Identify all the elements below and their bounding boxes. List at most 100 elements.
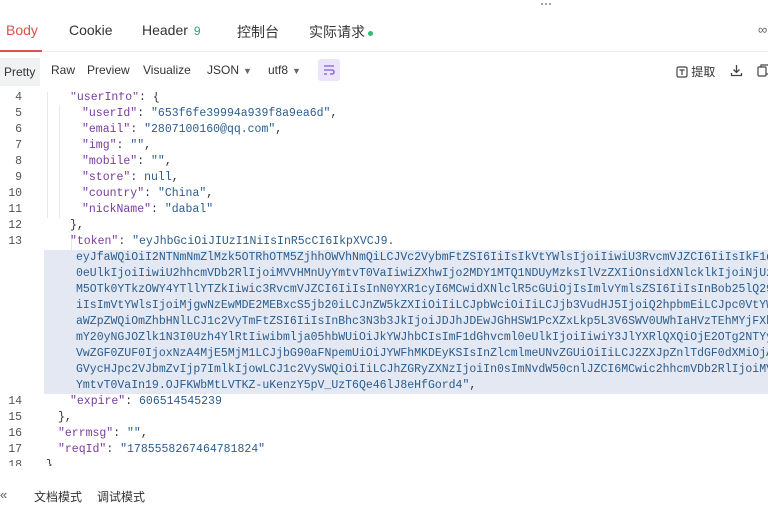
code-text: "token": "eyJhbGciOiJIUzI1NiIsInR5cCI6Ik… [70, 234, 394, 250]
encoding-value: utf8 [268, 63, 289, 77]
copy-icon[interactable] [757, 64, 768, 77]
extract-label: 提取 [691, 65, 716, 79]
header-count-badge: 9 [193, 24, 201, 38]
view-pretty-button[interactable]: Pretty [0, 58, 40, 86]
code-text: "errmsg": "", [58, 426, 148, 442]
chevron-down-icon: ▼ [243, 66, 252, 76]
code-token: YmtvT0VaIn19.OJFKWbMtLVTKZ-uKenzY5pV_UzT… [76, 379, 470, 392]
view-raw-button[interactable]: Raw [51, 63, 75, 77]
code-token: "token" [70, 235, 119, 248]
code-token: "nickName" [82, 203, 152, 216]
code-line: M5OTk0YTkzOWY4YTllYTZkIiwic3RvcmVJZCI6Ii… [0, 282, 768, 298]
link-icon[interactable]: ∞ [758, 22, 767, 37]
code-token: } [46, 459, 53, 466]
format-select[interactable]: JSON ▼ [207, 63, 252, 77]
line-number: 6 [15, 123, 22, 136]
line-number: 5 [15, 107, 22, 120]
code-text: }, [70, 218, 84, 234]
code-token: }, [70, 219, 84, 232]
code-line: GVycHJpc2VJbmZvIjp7ImlkIjowLCJ1c2VySWQiO… [0, 362, 768, 378]
code-token: "2807100160@qq.com" [144, 123, 276, 136]
code-line: 10 "country": "China", [0, 186, 768, 202]
code-text: "userInfo": { [70, 92, 160, 106]
format-value: JSON [207, 63, 240, 77]
code-token: eyJfaWQiOiI2NTNmNmZlMzk5OTRhOTM5ZjhhOWVh… [76, 251, 768, 264]
line-number: 7 [15, 139, 22, 152]
code-token: 606514545239 [139, 395, 222, 408]
code-token: : [130, 171, 145, 184]
code-token: : [130, 123, 145, 136]
code-token: iIsImVtYWlsIjoiMjgwNzEwMDE2MEBxcS5jb20iL… [76, 299, 768, 312]
code-line: 4 "userInfo": { [0, 92, 768, 106]
line-number: 18 [8, 459, 22, 466]
code-line: VwZGF0ZUF0IjoxNzA4MjE5MjM1LCJjbG90aFNpem… [0, 346, 768, 362]
code-token: : { [139, 92, 160, 104]
code-line: 13 "token": "eyJhbGciOiJIUzI1NiIsInR5cCI6… [0, 234, 768, 250]
code-token: GVycHJpc2VJbmZvIjp7ImlkIjowLCJ1c2VySWQiO… [76, 363, 768, 376]
code-token: , [171, 171, 179, 184]
doc-mode-tab[interactable]: 文档模式 [34, 488, 82, 505]
code-text: eyJfaWQiOiI2NTNmNmZlMzk5OTRhOTM5ZjhhOWVh… [76, 250, 768, 266]
view-preview-button[interactable]: Preview [87, 63, 130, 77]
json-code-viewer[interactable]: 4 "userInfo": {5 "userId": "653f6fe39994a9… [0, 92, 768, 466]
code-token: : [106, 443, 121, 456]
word-wrap-button[interactable] [318, 59, 340, 81]
code-token: "expire" [70, 395, 126, 408]
line-number: 9 [15, 171, 22, 184]
tab-body[interactable]: Body [6, 22, 38, 38]
line-number: 12 [8, 219, 22, 232]
code-token: M5OTk0YTkzOWY4YTllYTZkIiwic3RvcmVJZCI6Ii… [76, 283, 768, 296]
code-token: null [144, 171, 172, 184]
code-text: VwZGF0ZUF0IjoxNzA4MjE5MjM1LCJjbG90aFNpem… [76, 346, 768, 362]
code-token: 0eUlkIjoiIiwiU2hhcmVDb2RlIjoiMVVHMnUyYmt… [76, 267, 768, 280]
code-token: : [113, 427, 128, 440]
code-text: "userId": "653f6fe39994a939f8a9ea6d", [82, 106, 337, 122]
code-token: , [275, 123, 283, 136]
tab-actual-request[interactable]: 实际请求 [309, 22, 373, 42]
tab-actual-request-label: 实际请求 [309, 24, 365, 40]
code-line: 12}, [0, 218, 768, 234]
code-line: 18} [0, 458, 768, 466]
line-number: 17 [8, 443, 22, 456]
encoding-select[interactable]: utf8 ▼ [268, 63, 301, 77]
code-token: "mobile" [82, 155, 138, 168]
code-token: "email" [82, 123, 131, 136]
code-text: "reqId": "1785558267464781824" [58, 442, 265, 458]
code-text: "country": "China", [82, 186, 213, 202]
code-text: "img": "", [82, 138, 151, 154]
code-text: aWZpZWQiOmZhbHNlLCJ1c2VyTmFtZSI6IiIsInBh… [76, 314, 768, 330]
line-number: 15 [8, 411, 22, 424]
download-icon[interactable] [730, 64, 743, 77]
extract-icon [676, 66, 688, 78]
line-number: 10 [8, 187, 22, 200]
code-line: 9 "store": null, [0, 170, 768, 186]
code-line: 15}, [0, 410, 768, 426]
code-line: 14 "expire": 606514545239 [0, 394, 768, 410]
tab-cookie[interactable]: Cookie [69, 22, 113, 38]
code-token: : [118, 235, 133, 248]
panel-drag-handle[interactable] [541, 3, 555, 7]
code-line: 8 "mobile": "", [0, 154, 768, 170]
code-token: "store" [82, 171, 131, 184]
code-text: }, [58, 410, 72, 426]
code-text: "expire": 606514545239 [70, 394, 222, 410]
collapse-icon[interactable]: « [0, 487, 7, 502]
code-line: 16 "errmsg": "", [0, 426, 768, 442]
code-token: : [116, 139, 131, 152]
code-line: 11 "nickName": "dabal" [0, 202, 768, 218]
extract-button[interactable]: 提取 [676, 63, 715, 80]
view-visualize-button[interactable]: Visualize [143, 63, 191, 77]
code-text: "email": "2807100160@qq.com", [82, 122, 282, 138]
debug-mode-tab[interactable]: 调试模式 [97, 488, 145, 505]
code-text: M5OTk0YTkzOWY4YTllYTZkIiwic3RvcmVJZCI6Ii… [76, 282, 768, 298]
code-line: mY20yNGJOZlk1N3I0Uzh4YlRtIiwibmlja05hbWU… [0, 330, 768, 346]
code-token: "China" [157, 187, 207, 200]
code-line: YmtvT0VaIn19.OJFKWbMtLVTKZ-uKenzY5pV_UzT… [0, 378, 768, 394]
tab-header[interactable]: Header 9 [142, 22, 201, 38]
tab-console[interactable]: 控制台 [237, 22, 279, 42]
code-token: "" [127, 427, 141, 440]
code-token: : [137, 155, 152, 168]
code-token: "1785558267464781824" [120, 443, 266, 456]
code-text: YmtvT0VaIn19.OJFKWbMtLVTKZ-uKenzY5pV_UzT… [76, 378, 476, 394]
wrap-lines-icon [324, 65, 335, 75]
